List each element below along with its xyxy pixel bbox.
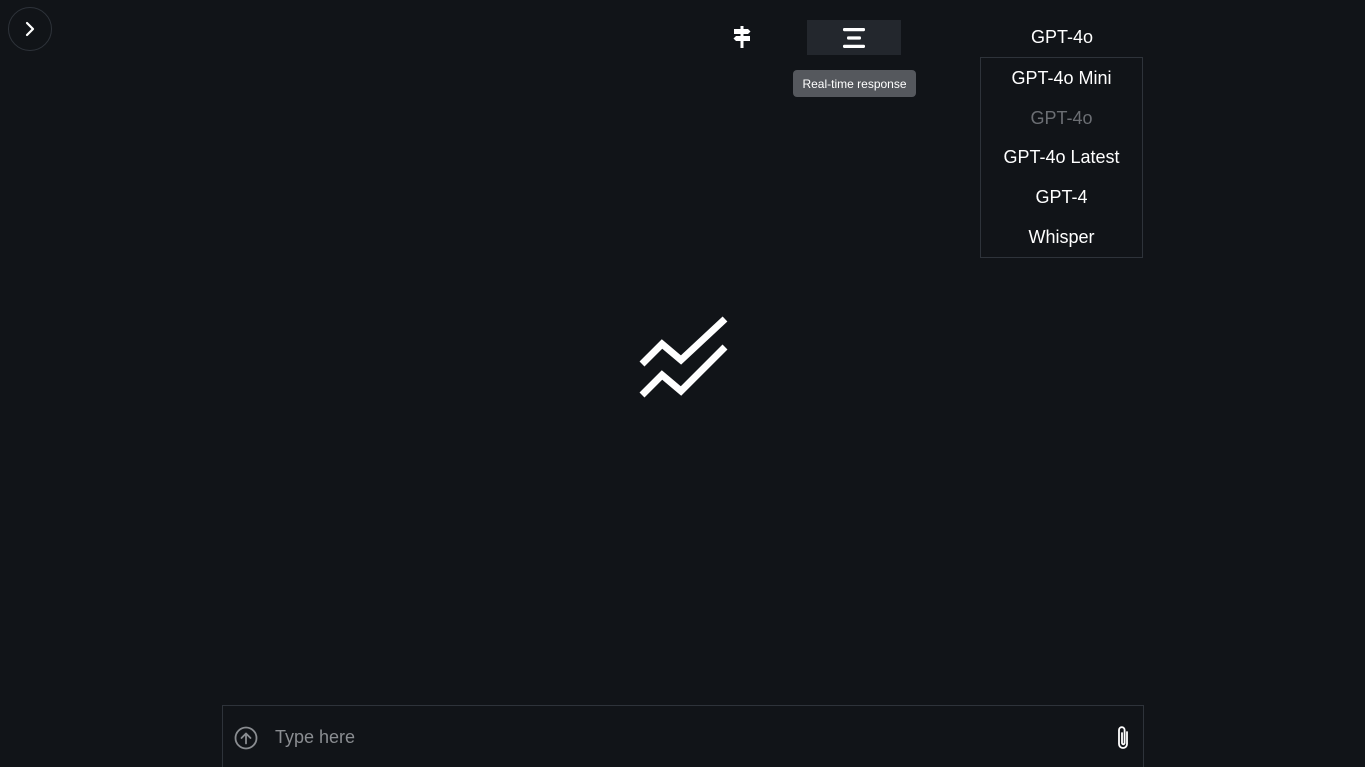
model-selector[interactable]: GPT-4o [981, 24, 1143, 50]
chat-app: Real-time response GPT-4o GPT-4o Mini GP… [0, 0, 1365, 767]
signpost-button[interactable] [726, 21, 758, 53]
realtime-response-tooltip: Real-time response [793, 70, 916, 97]
sidebar-toggle-button[interactable] [8, 7, 52, 51]
app-logo-icon [639, 316, 728, 398]
model-option-whisper[interactable]: Whisper [981, 217, 1142, 257]
signpost-icon [733, 26, 751, 48]
realtime-response-button[interactable] [807, 20, 901, 55]
model-dropdown-menu: GPT-4o Mini GPT-4o GPT-4o Latest GPT-4 W… [980, 57, 1143, 258]
model-option-gpt-4o-latest[interactable]: GPT-4o Latest [981, 138, 1142, 178]
model-option-gpt-4o[interactable]: GPT-4o [981, 99, 1142, 139]
model-option-gpt-4o-mini[interactable]: GPT-4o Mini [981, 59, 1142, 99]
chevron-right-icon [25, 21, 35, 37]
paperclip-icon[interactable] [1112, 724, 1134, 752]
arrow-up-circle-icon[interactable] [234, 726, 258, 750]
model-option-gpt-4[interactable]: GPT-4 [981, 178, 1142, 218]
align-center-icon [843, 27, 865, 48]
message-input[interactable] [275, 722, 1095, 752]
message-composer [222, 705, 1144, 767]
